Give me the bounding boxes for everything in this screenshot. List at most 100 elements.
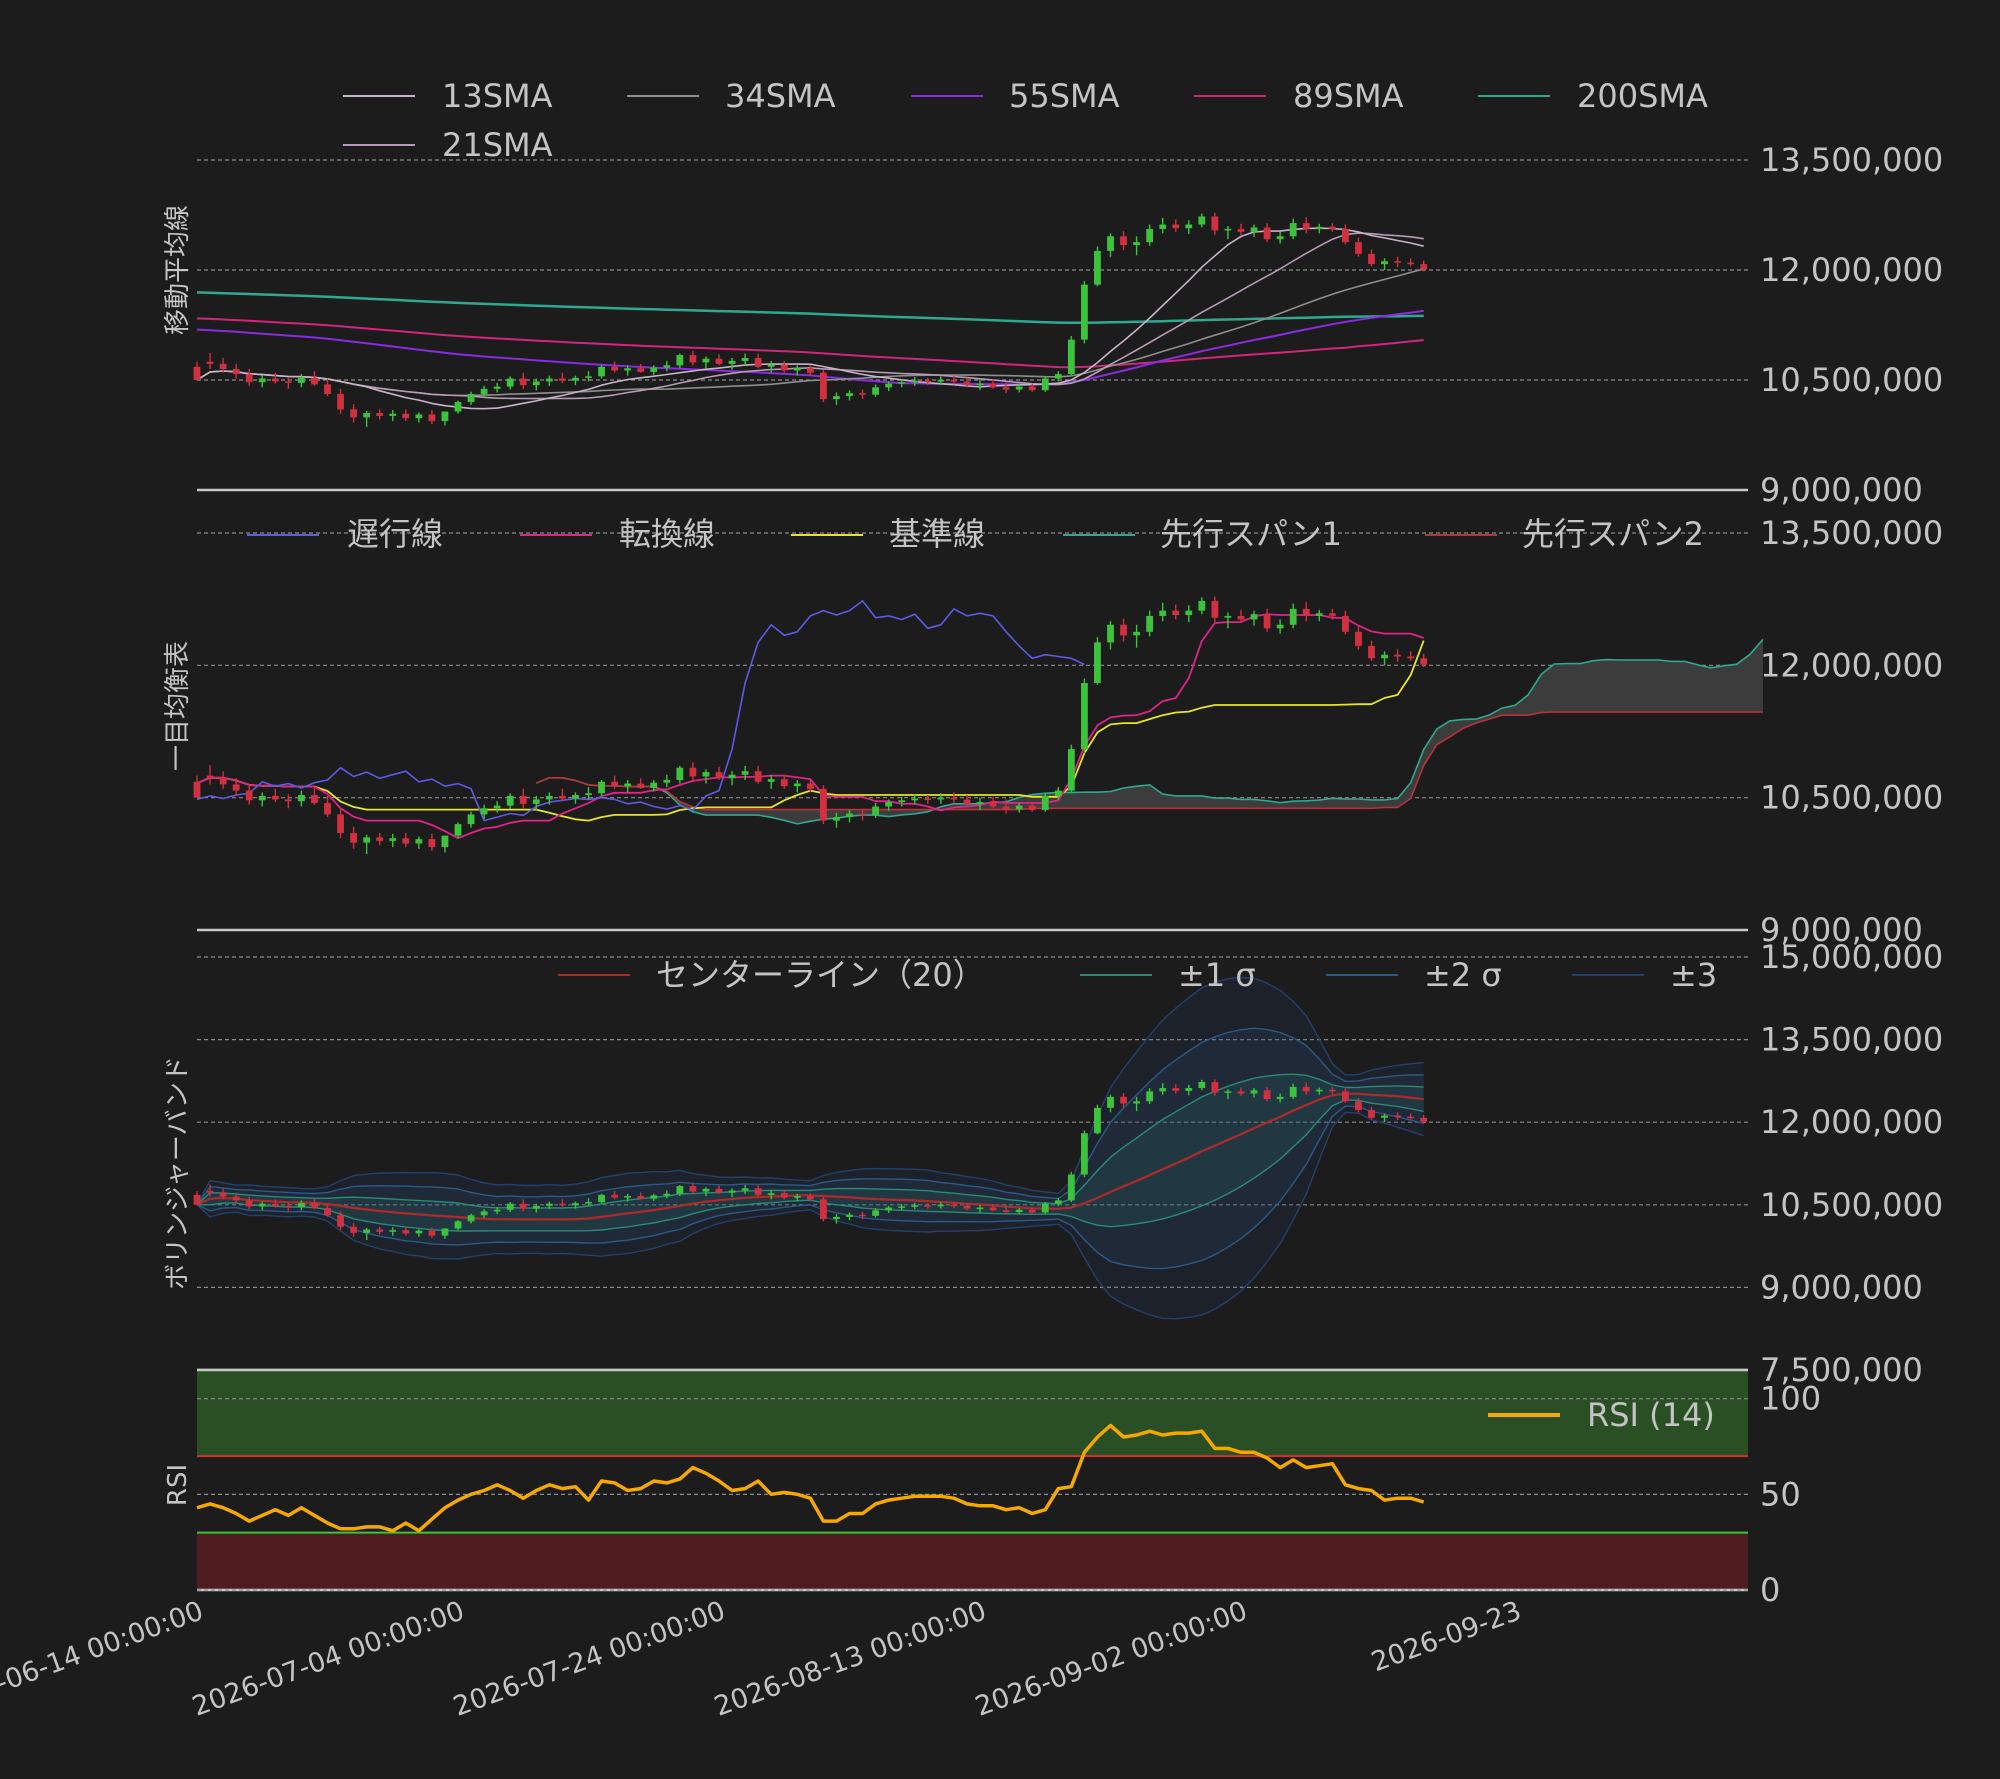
candle-body [1081,284,1088,340]
legend-200sma: 200SMA [1577,77,1708,115]
y-tick-label: 9,000,000 [1760,1268,1923,1306]
candle-body [950,380,958,382]
candle-body [1250,1090,1258,1094]
legend-span-a: 先行スパン1 [1160,515,1342,553]
candle-body [1198,1082,1206,1089]
candle-body [767,779,775,782]
candle-body [898,800,906,803]
candle-body [545,795,553,800]
candle-body [872,387,879,395]
candle-body [676,1186,684,1194]
candle-body [924,380,932,383]
bollinger-y-axis-label: ボリンジャーバンド [163,1056,193,1290]
candle-body [806,783,814,789]
candle-body [545,378,553,382]
candle-body [467,393,475,402]
candle-body [911,1205,919,1207]
candle-body [780,364,788,371]
candle-body [1381,1115,1388,1118]
candle-body [1081,1133,1088,1175]
candle-body [728,1190,736,1193]
candle-body [1407,262,1415,265]
candle-body [1041,795,1049,811]
candle-body [780,1193,788,1198]
candle-body [271,1203,279,1206]
candle-body [519,378,527,386]
candle-body [1028,805,1036,811]
candle-body [454,1221,462,1229]
candle-body [1172,1088,1180,1091]
candle-body [963,381,971,386]
candle-body [663,365,671,368]
candle-body [1407,1116,1415,1119]
candle-body [415,1230,423,1234]
candle-body [350,1226,357,1233]
candle-body [206,361,214,364]
candle-body [1263,227,1271,240]
candle-body [506,1203,514,1210]
candle-body [559,1203,566,1206]
candle-body [480,388,488,394]
candle-body [1185,224,1193,229]
candle-body [467,1215,475,1222]
candle-body [650,1195,658,1199]
candle-body [1420,264,1428,270]
candle-body [702,772,710,777]
y-tick-label: 13,500,000 [1760,141,1943,179]
candle-body [676,355,684,366]
candle-body [1224,1091,1232,1093]
candle-body [1289,608,1297,625]
candle-body [1420,1117,1428,1122]
legend-bb-center: センターライン（20） [656,956,985,994]
candle-body [1224,615,1232,618]
candle-body [833,1216,840,1220]
candle-body [193,366,201,380]
candle-body [1133,1101,1140,1104]
candle-body [1224,228,1232,231]
candle-body [232,784,240,791]
y-tick-label: 12,000,000 [1760,1103,1943,1141]
candle-body [480,808,488,815]
candle-body [741,1188,749,1191]
candle-body [1237,228,1245,232]
candle-body [219,363,227,369]
candle-body [1237,615,1245,620]
candle-body [611,366,618,371]
candle-body [1263,614,1271,629]
candle-body [1394,261,1401,263]
candle-body [689,1186,697,1192]
candle-body [1015,386,1023,390]
legend-55sma: 55SMA [1009,77,1120,115]
candle-body [1250,227,1258,232]
ichimoku-y-axis-label: 一目均衡表 [163,641,193,771]
candle-body [859,1214,866,1217]
legend-span-b: 先行スパン2 [1522,515,1704,553]
legend-34sma: 34SMA [725,77,836,115]
candle-body [519,795,527,804]
candle-body [298,377,305,383]
candle-body [1107,236,1114,251]
candle-body [271,795,279,800]
candle-body [1081,682,1088,750]
legend-chikou: 遅行線 [347,515,443,553]
candle-body [324,384,331,394]
legend-rsi: RSI (14) [1587,1396,1715,1434]
candle-body [480,1211,488,1216]
candle-body [624,1195,632,1198]
candle-body [454,402,462,412]
candle-body [232,1196,240,1201]
candle-body [572,1203,579,1206]
candle-body [1211,600,1219,618]
candle-body [924,798,932,801]
candle-body [1342,228,1349,243]
candle-body [950,797,958,800]
candle-body [1172,610,1180,616]
candle-body [1028,1209,1036,1213]
candle-body [1107,1096,1114,1108]
candle-body [989,802,997,807]
candle-body [402,1230,410,1234]
candle-body [441,835,449,848]
candle-body [428,1230,436,1236]
y-tick-label: 12,000,000 [1760,646,1943,684]
candle-body [976,383,984,386]
